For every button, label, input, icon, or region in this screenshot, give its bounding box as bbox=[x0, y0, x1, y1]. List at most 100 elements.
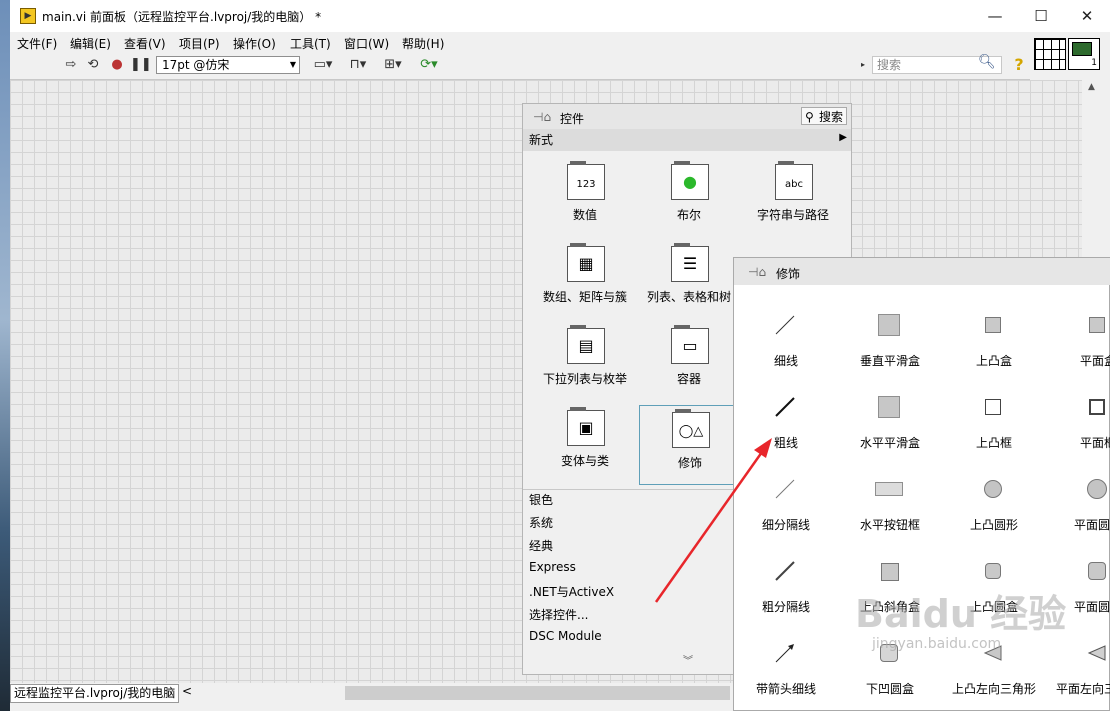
boolean-glyph: ● bbox=[683, 172, 697, 191]
close-button[interactable]: ✕ bbox=[1064, 0, 1110, 32]
variant-class-icon: ▣ bbox=[567, 407, 605, 446]
deco-label: 上凸框 bbox=[975, 436, 1012, 450]
search-icon[interactable]: 🔍︎ bbox=[978, 54, 996, 70]
vi-icon[interactable]: 1 bbox=[1068, 38, 1100, 70]
deco-label: 垂直平滑盒 bbox=[859, 354, 920, 368]
variant-glyph: ▣ bbox=[578, 418, 594, 437]
palette-search-label: 搜索 bbox=[818, 110, 843, 124]
chevron-double-down-icon[interactable]: ︾ bbox=[683, 652, 693, 667]
connector-pane[interactable] bbox=[1034, 38, 1066, 70]
numeric-icon: 123 bbox=[567, 161, 605, 200]
menu-view[interactable]: 查看(V) bbox=[124, 35, 166, 52]
project-path: 远程监控平台.lvproj/我的电脑 bbox=[10, 684, 180, 703]
deco-raised-box[interactable]: 上凸盒 bbox=[942, 296, 1046, 376]
deco-label: 平面左向三角形 bbox=[1055, 682, 1110, 696]
category-label: 新式 bbox=[529, 133, 554, 147]
palette-item-numeric[interactable]: 123 数值 bbox=[535, 156, 635, 236]
menu-operate[interactable]: 操作(O) bbox=[233, 35, 276, 52]
distribute-icon[interactable]: ⊓▾ bbox=[345, 56, 371, 74]
palette-item-ring-enum[interactable]: ▤ 下拉列表与枚举 bbox=[535, 320, 635, 400]
deco-label: 下凹圆盒 bbox=[865, 682, 914, 696]
palette-category-express[interactable]: Express bbox=[529, 560, 576, 574]
palette-category-dsc[interactable]: DSC Module bbox=[529, 629, 602, 643]
deco-horizontal-button-box[interactable]: 水平按钮框 bbox=[838, 460, 942, 540]
search-icon: ⚲ bbox=[805, 110, 814, 124]
palette-category-dotnet[interactable]: .NET与ActiveX bbox=[529, 583, 614, 600]
search-expand-icon[interactable]: ▸ bbox=[858, 56, 868, 74]
palette-category-modern[interactable]: 新式 ▶ bbox=[523, 129, 851, 151]
palette-item-container[interactable]: ▭ 容器 bbox=[639, 320, 739, 400]
deco-label: 细分隔线 bbox=[761, 518, 810, 532]
deco-thin-divider[interactable]: 细分隔线 bbox=[734, 460, 838, 540]
list-table-icon: ☰ bbox=[671, 243, 709, 282]
pin-icon[interactable]: ⊣⌂ bbox=[533, 110, 551, 124]
palette-item-label: 布尔 bbox=[676, 208, 701, 222]
scroll-up-icon[interactable]: ▲ bbox=[1088, 82, 1095, 92]
palette-item-variant-class[interactable]: ▣ 变体与类 bbox=[535, 402, 635, 482]
palette-item-list-table[interactable]: ☰ 列表、表格和树 bbox=[639, 238, 739, 318]
deco-label: 上凸圆形 bbox=[969, 518, 1018, 532]
font-select-value: 17pt @仿宋 bbox=[162, 58, 230, 72]
menu-tools[interactable]: 工具(T) bbox=[290, 35, 331, 52]
toolbar: ⇨ ⟲ ● ❚❚ 17pt @仿宋 ▼ ▭▾ ⊓▾ ⊞▾ ⟳▾ ▸ 搜索 🔍︎ bbox=[10, 52, 1030, 80]
menu-window[interactable]: 窗口(W) bbox=[344, 35, 389, 52]
deco-raised-frame[interactable]: 上凸框 bbox=[942, 378, 1046, 458]
palette-item-decorations[interactable]: ◯△ 修饰 bbox=[639, 405, 739, 485]
palette-select-control[interactable]: 选择控件... bbox=[529, 606, 588, 623]
flat-frame-icon bbox=[1089, 399, 1105, 415]
thick-line-icon bbox=[775, 397, 795, 417]
palette-item-boolean[interactable]: ● 布尔 bbox=[639, 156, 739, 236]
help-icon[interactable]: ? bbox=[1011, 55, 1027, 75]
deco-vertical-smooth-box[interactable]: 垂直平滑盒 bbox=[838, 296, 942, 376]
palette-category-classic[interactable]: 经典 bbox=[529, 537, 553, 554]
thick-divider-icon bbox=[775, 561, 795, 581]
deco-thick-line[interactable]: 粗线 bbox=[734, 378, 838, 458]
thin-divider-icon bbox=[775, 479, 795, 499]
deco-arrow-line[interactable]: 带箭头细线 bbox=[734, 624, 838, 704]
menu-project[interactable]: 项目(P) bbox=[179, 35, 220, 52]
reorder-icon[interactable]: ⟳▾ bbox=[416, 56, 442, 74]
abort-icon[interactable]: ● bbox=[108, 56, 126, 74]
deco-flat-circle[interactable]: 平面圆形 bbox=[1046, 460, 1110, 540]
palette-search-button[interactable]: ⚲ 搜索 bbox=[801, 107, 847, 125]
run-arrow-icon[interactable]: ⇨ bbox=[62, 56, 80, 74]
menu-edit[interactable]: 编辑(E) bbox=[70, 35, 111, 52]
ring-enum-icon: ▤ bbox=[567, 325, 605, 364]
raised-bevel-box-icon bbox=[881, 563, 899, 581]
deco-label: 细线 bbox=[773, 354, 798, 368]
raised-rounded-box-icon bbox=[985, 563, 1001, 579]
pause-icon[interactable]: ❚❚ bbox=[130, 56, 152, 74]
minimize-button[interactable]: — bbox=[972, 0, 1018, 32]
window-title: main.vi 前面板（远程监控平台.lvproj/我的电脑） * bbox=[42, 10, 322, 24]
horizontal-scroll-thumb[interactable] bbox=[345, 686, 730, 700]
list-glyph: ☰ bbox=[682, 254, 698, 273]
palette-item-label: 数组、矩阵与簇 bbox=[542, 290, 627, 304]
deco-thin-line[interactable]: 细线 bbox=[734, 296, 838, 376]
palette-category-silver[interactable]: 银色 bbox=[529, 491, 553, 508]
palette-item-array[interactable]: ▦ 数组、矩阵与簇 bbox=[535, 238, 635, 318]
deco-flat-frame[interactable]: 平面框 bbox=[1046, 378, 1110, 458]
deco-horizontal-smooth-box[interactable]: 水平平滑盒 bbox=[838, 378, 942, 458]
font-select[interactable]: 17pt @仿宋 ▼ bbox=[156, 56, 300, 74]
maximize-button[interactable]: ☐ bbox=[1018, 0, 1064, 32]
deco-thick-divider[interactable]: 粗分隔线 bbox=[734, 542, 838, 622]
palette-category-system[interactable]: 系统 bbox=[529, 514, 553, 531]
pin-icon[interactable]: ⊣⌂ bbox=[748, 265, 766, 279]
array-glyph: ▦ bbox=[578, 254, 594, 273]
run-continuously-icon[interactable]: ⟲ bbox=[84, 56, 102, 74]
container-glyph: ▭ bbox=[682, 336, 698, 355]
numeric-glyph: 123 bbox=[576, 179, 596, 190]
resize-icon[interactable]: ⊞▾ bbox=[380, 56, 406, 74]
menu-file[interactable]: 文件(F) bbox=[17, 35, 57, 52]
menu-help[interactable]: 帮助(H) bbox=[402, 35, 444, 52]
align-icon[interactable]: ▭▾ bbox=[310, 56, 336, 74]
scroll-left-icon[interactable]: < bbox=[182, 684, 192, 698]
baidu-watermark: Baidu 经验 bbox=[855, 592, 1067, 636]
triangle-right-icon: ▶ bbox=[839, 132, 847, 143]
deco-raised-circle[interactable]: 上凸圆形 bbox=[942, 460, 1046, 540]
palette-item-string-path[interactable]: abc 字符串与路径 bbox=[743, 156, 843, 236]
array-icon: ▦ bbox=[567, 243, 605, 282]
palette-item-label: 容器 bbox=[676, 372, 701, 386]
deco-flat-box[interactable]: 平面盒 bbox=[1046, 296, 1110, 376]
raised-box-icon bbox=[985, 317, 1001, 333]
